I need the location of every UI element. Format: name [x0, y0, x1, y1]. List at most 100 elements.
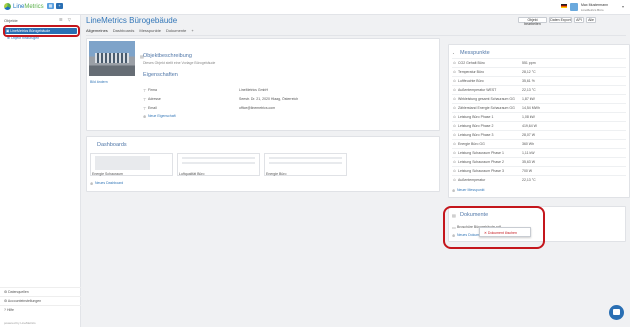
app-logo[interactable]: LineMetrics [4, 3, 44, 10]
description-title: Objektbeschreibung [143, 53, 192, 59]
measurement-point-name: CO2 Gehalt Büro [458, 61, 485, 65]
change-image-link[interactable]: Bild ändern [90, 80, 108, 84]
property-icon: ⊤ [143, 106, 147, 111]
add-measurement-point-link[interactable]: Neuer Messpunkt [457, 188, 484, 192]
tab-divider [86, 35, 626, 36]
sensor-icon: ⊙ [453, 97, 456, 101]
object-image[interactable] [89, 41, 135, 76]
measurement-point-value: 1,11 kW [522, 151, 535, 155]
property-value: office@linemetrics.com [239, 106, 276, 110]
page-title: LineMetrics Bürogebäude [86, 16, 178, 25]
sidebar: Objekte ☰ ▽ ▣ LineMetrics Bürogebäude ⊕ … [0, 15, 81, 327]
annotation-highlight-sidebar [3, 25, 80, 37]
sensor-icon: ⊙ [453, 133, 456, 137]
measurement-point-name: Außentemperatur [458, 178, 486, 182]
measurement-point-row[interactable]: ⊙ Leistung Schauraum Phase 3 700 W [452, 166, 626, 174]
user-company: LineMetrics Büro [581, 8, 604, 12]
measurement-point-row[interactable]: ⊙ Leistung Büro Phase 2 419,64 W [452, 121, 626, 129]
list-icon[interactable]: ☰ [59, 17, 63, 22]
measurement-point-row[interactable]: ⊙ Luftfeuchte Büro 35,61 % [452, 76, 626, 84]
measurement-point-value: 28,07 W [522, 133, 536, 137]
avatar[interactable] [570, 3, 578, 11]
sensor-icon: ⊙ [453, 61, 456, 65]
property-value: Seestr. Dr. 21, 2020 Hlaag, Österreich [239, 97, 299, 101]
measurement-point-value: 22,13 °C [522, 178, 536, 182]
property-icon: ⊤ [143, 88, 147, 93]
measurement-point-value: 35,63 W [522, 160, 536, 164]
measurement-point-value: 360 Wh [522, 142, 535, 146]
sensor-icon: ⊙ [453, 106, 456, 110]
measurement-point-value: 1,87 kW [522, 97, 535, 101]
dashboard-thumb-energie-schauraum[interactable]: Energie Schauraum [90, 153, 173, 176]
add-dashboard-link[interactable]: Neues Dashboard [95, 181, 123, 185]
filter-icon[interactable]: ▽ [68, 17, 71, 22]
add-property-link[interactable]: Neue Eigenschaft [148, 114, 176, 118]
annotation-highlight-documents [443, 206, 545, 249]
sensor-icon: ⊙ [453, 70, 456, 74]
grid-icon[interactable]: ▦ [47, 3, 54, 9]
measurement-point-row[interactable]: ⊙ Temperatur Büro 28,12 °C [452, 67, 626, 75]
chat-button[interactable] [609, 305, 624, 320]
api-button[interactable]: API [574, 17, 584, 23]
property-icon: ⊤ [143, 97, 147, 102]
add-icon[interactable]: + [56, 3, 63, 9]
dashboards-title: Dashboards [97, 142, 127, 148]
measurement-point-name: Leistung Schauraum Phase 1 [458, 151, 504, 155]
sidebar-header: Objekte [4, 18, 18, 23]
measurement-point-value: 14,54 MWh [522, 106, 540, 110]
measurement-point-row[interactable]: ⊙ Leistung Schauraum Phase 2 35,63 W [452, 157, 626, 165]
dashboard-thumb-luftqualitaet[interactable]: Luftqualität Büro [177, 153, 260, 176]
edit-object-button[interactable]: Objekt bearbeiten [518, 17, 547, 26]
properties-title: Eigenschaften [143, 72, 178, 78]
top-bar: LineMetrics ▦ + Max Mustermann LineMetri… [0, 0, 630, 15]
help-icon: ? [4, 308, 6, 312]
sidebar-item-datasources[interactable]: ⚙ Datenquellen [0, 287, 81, 296]
measurement-point-value: 551 ppm [522, 61, 536, 65]
measurement-point-name: Leistung Büro Phase 3 [458, 133, 494, 137]
sensor-icon: ⊙ [453, 124, 456, 128]
measurement-point-name: Wirkleistung gesamt Schauraum GG [458, 97, 515, 101]
sensor-icon: ⊙ [453, 79, 456, 83]
measurement-point-name: Leistung Schauraum Phase 2 [458, 160, 504, 164]
powered-by: powered by LineMetrics [4, 321, 36, 325]
chevron-down-icon[interactable]: ▾ [622, 4, 624, 9]
language-flag-icon[interactable] [561, 4, 567, 8]
measurement-point-row[interactable]: ⊙ CO2 Gehalt Büro 551 ppm [452, 58, 626, 66]
measurement-point-row[interactable]: ⊙ Leistung Büro Phase 3 28,07 W [452, 130, 626, 138]
measurement-point-row[interactable]: ⊙ Wirkleistung gesamt Schauraum GG 1,87 kW [452, 94, 626, 102]
measurement-point-value: 22,13 °C [522, 88, 536, 92]
sensor-icon: ⊙ [453, 115, 456, 119]
data-export-button[interactable]: Daten Export [549, 17, 572, 23]
measurement-point-row[interactable]: ⊙ Außentemperatur WEST 22,13 °C [452, 85, 626, 93]
all-button[interactable]: Alle [586, 17, 596, 23]
datasource-icon: ⚙ [4, 290, 8, 294]
measurement-point-row[interactable]: ⊙ Leistung Schauraum Phase 1 1,11 kW [452, 148, 626, 156]
logo-icon [4, 3, 11, 10]
description-text: Dieses Objekt stellt eine Vorlage Büroge… [143, 61, 216, 65]
user-name[interactable]: Max Mustermann [581, 3, 608, 7]
measurement-points-title: Messpunkte [460, 50, 490, 56]
measurement-point-value: 28,12 °C [522, 70, 536, 74]
measurement-point-row[interactable]: ⊙ Außentemperatur 22,13 °C [452, 175, 626, 183]
sidebar-item-account[interactable]: ⚙ Accounteinstellungen [0, 296, 81, 305]
sensor-icon: ⊙ [453, 88, 456, 92]
measurement-point-row[interactable]: ⊙ Leistung Büro Phase 1 1,08 kW [452, 112, 626, 120]
measurement-point-name: Energie Büro GG [458, 142, 485, 146]
sidebar-item-help[interactable]: ? Hilfe [0, 305, 81, 314]
sensor-icon: ⊙ [453, 178, 456, 182]
sensor-icon: ⊙ [453, 142, 456, 146]
plus-circle-icon: ⊕ [90, 181, 94, 186]
plus-circle-icon: ⊕ [143, 114, 147, 119]
measurement-point-name: Temperatur Büro [458, 70, 485, 74]
gear-icon: ⚙ [4, 299, 8, 303]
measurement-point-row[interactable]: ⊙ Energie Büro GG 360 Wh [452, 139, 626, 147]
sensor-icon: ⊙ [453, 151, 456, 155]
dashboard-thumb-energie-buero[interactable]: Energie Büro [264, 153, 347, 176]
measurement-point-value: 1,08 kW [522, 115, 535, 119]
measurement-point-value: 35,61 % [522, 79, 535, 83]
measurement-point-row[interactable]: ⊙ Zählerstand Energie Schauraum GG 14,54 M… [452, 103, 626, 111]
sensor-icon: ⊙ [453, 160, 456, 164]
object-card [86, 38, 440, 131]
measurement-point-name: Leistung Büro Phase 1 [458, 115, 494, 119]
property-name: Firma [148, 88, 157, 92]
